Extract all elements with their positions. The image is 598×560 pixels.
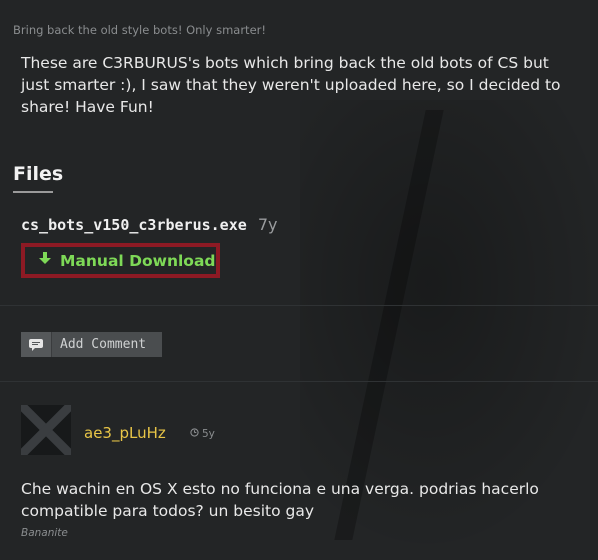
files-heading-underline: [13, 191, 53, 193]
comment-signature: Bananite: [21, 527, 68, 539]
post-tagline: Bring back the old style bots! Only smar…: [13, 23, 266, 37]
comment-bubble-icon: [21, 332, 52, 357]
comment-text: Che wachin en OS X esto no funciona e un…: [21, 480, 539, 520]
post-description: These are C3RBURUS's bots which bring ba…: [21, 54, 561, 116]
comment-age: 5y: [202, 428, 215, 440]
clock-icon: [190, 428, 199, 440]
file-age: 7y: [257, 215, 278, 234]
files-heading: Files: [13, 163, 64, 185]
add-comment-label: Add Comment: [60, 337, 147, 352]
file-name[interactable]: cs_bots_v150_c3rberus.exe: [21, 216, 247, 234]
download-arrow-icon: [39, 252, 51, 269]
avatar[interactable]: [21, 405, 71, 455]
file-row: cs_bots_v150_c3rberus.exe 7y: [21, 215, 278, 234]
manual-download-label: Manual Download: [60, 251, 216, 270]
separator: [0, 305, 598, 306]
comment-username[interactable]: ae3_pLuHz: [84, 424, 166, 442]
comment-timestamp: 5y: [190, 428, 215, 440]
add-comment-button[interactable]: Add Comment: [21, 332, 162, 357]
separator: [0, 381, 598, 382]
manual-download-button[interactable]: Manual Download: [21, 243, 220, 278]
